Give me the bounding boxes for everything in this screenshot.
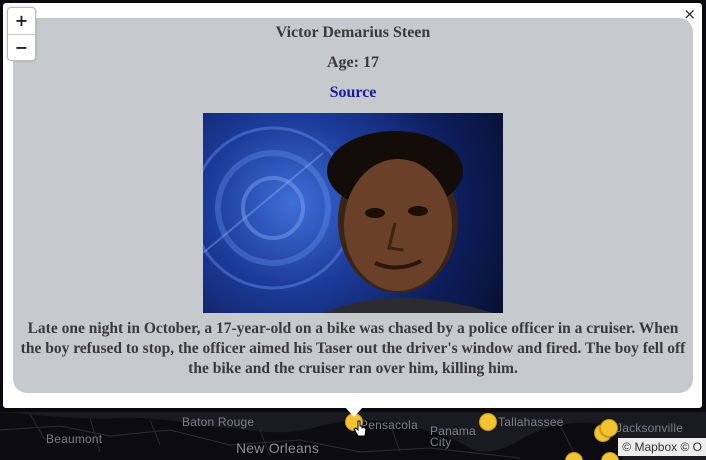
city-label-beaumont: Beaumont [46, 432, 103, 446]
map-attribution[interactable]: © Mapbox © O [618, 438, 706, 456]
victim-age: Age: 17 [327, 54, 379, 71]
victim-name: Victor Demarius Steen [275, 24, 431, 41]
incident-marker[interactable] [479, 413, 497, 431]
city-label-tallahassee: Tallahassee [498, 415, 564, 429]
city-label-jacksonville: Jacksonville [616, 421, 684, 435]
city-label-panama-city: Panama City [430, 424, 476, 449]
city-label-new-orleans: New Orleans [236, 440, 320, 456]
incident-description: Late one night in October, a 17-year-old… [20, 320, 686, 377]
zoom-control: + − [7, 7, 36, 61]
city-label-pensacola: Pensacola [360, 418, 418, 432]
victim-photo [203, 113, 503, 313]
map-popup: × Victor Demarius Steen Age: 17 Source L… [3, 3, 702, 408]
incident-marker[interactable] [600, 419, 618, 437]
zoom-in-button[interactable]: + [8, 8, 35, 34]
source-link[interactable]: Source [13, 84, 693, 102]
city-label-baton-rouge: Baton Rouge [182, 415, 255, 429]
popup-tip [345, 407, 363, 417]
victim-card: Victor Demarius Steen Age: 17 Source Lat… [13, 18, 693, 393]
zoom-out-button[interactable]: − [8, 34, 35, 60]
hand-cursor-icon [353, 420, 367, 437]
